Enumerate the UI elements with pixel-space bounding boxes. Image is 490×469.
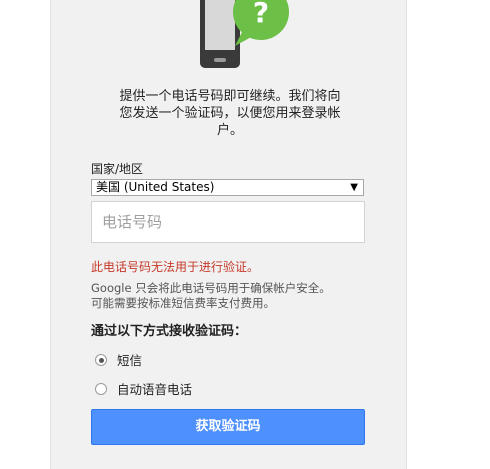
- phone-question-icon: ?: [200, 0, 289, 68]
- country-value: 美国 (United States): [96, 180, 215, 194]
- note-line: Google 只会将此电话号码用于确保帐户安全。: [91, 281, 331, 295]
- country-select[interactable]: 美国 (United States) ▼: [91, 179, 364, 196]
- phone-number-placeholder: 电话号码: [102, 213, 163, 231]
- error-message: 此电话号码无法用于进行验证。: [91, 260, 260, 274]
- note-line: 可能需要按标准短信费率支付费用。: [91, 296, 275, 310]
- phone-number-input[interactable]: 电话号码: [91, 201, 365, 243]
- triangle-down-icon: ▼: [350, 182, 358, 193]
- method-title: 通过以下方式接收验证码：: [91, 324, 248, 339]
- country-label: 国家/地区: [91, 162, 144, 176]
- radio-label-voice-call: 自动语音电话: [117, 382, 193, 397]
- get-code-button[interactable]: 获取验证码: [91, 409, 365, 445]
- radio-button-voice-call[interactable]: [95, 383, 107, 395]
- intro-line: 户。: [216, 123, 243, 138]
- radio-label-sms: 短信: [117, 353, 143, 368]
- privacy-note: Google 只会将此电话号码用于确保帐户安全。 可能需要按标准短信费率支付费用…: [91, 281, 371, 311]
- intro-line: 提供一个电话号码即可继续。我们将向: [119, 89, 341, 104]
- radio-button-sms[interactable]: [95, 354, 107, 366]
- intro-text: 提供一个电话号码即可继续。我们将向 您发送一个验证码，以便您用来登录帐 户。: [105, 88, 355, 139]
- svg-text:?: ?: [253, 0, 269, 29]
- intro-line: 您发送一个验证码，以便您用来登录帐: [119, 106, 341, 121]
